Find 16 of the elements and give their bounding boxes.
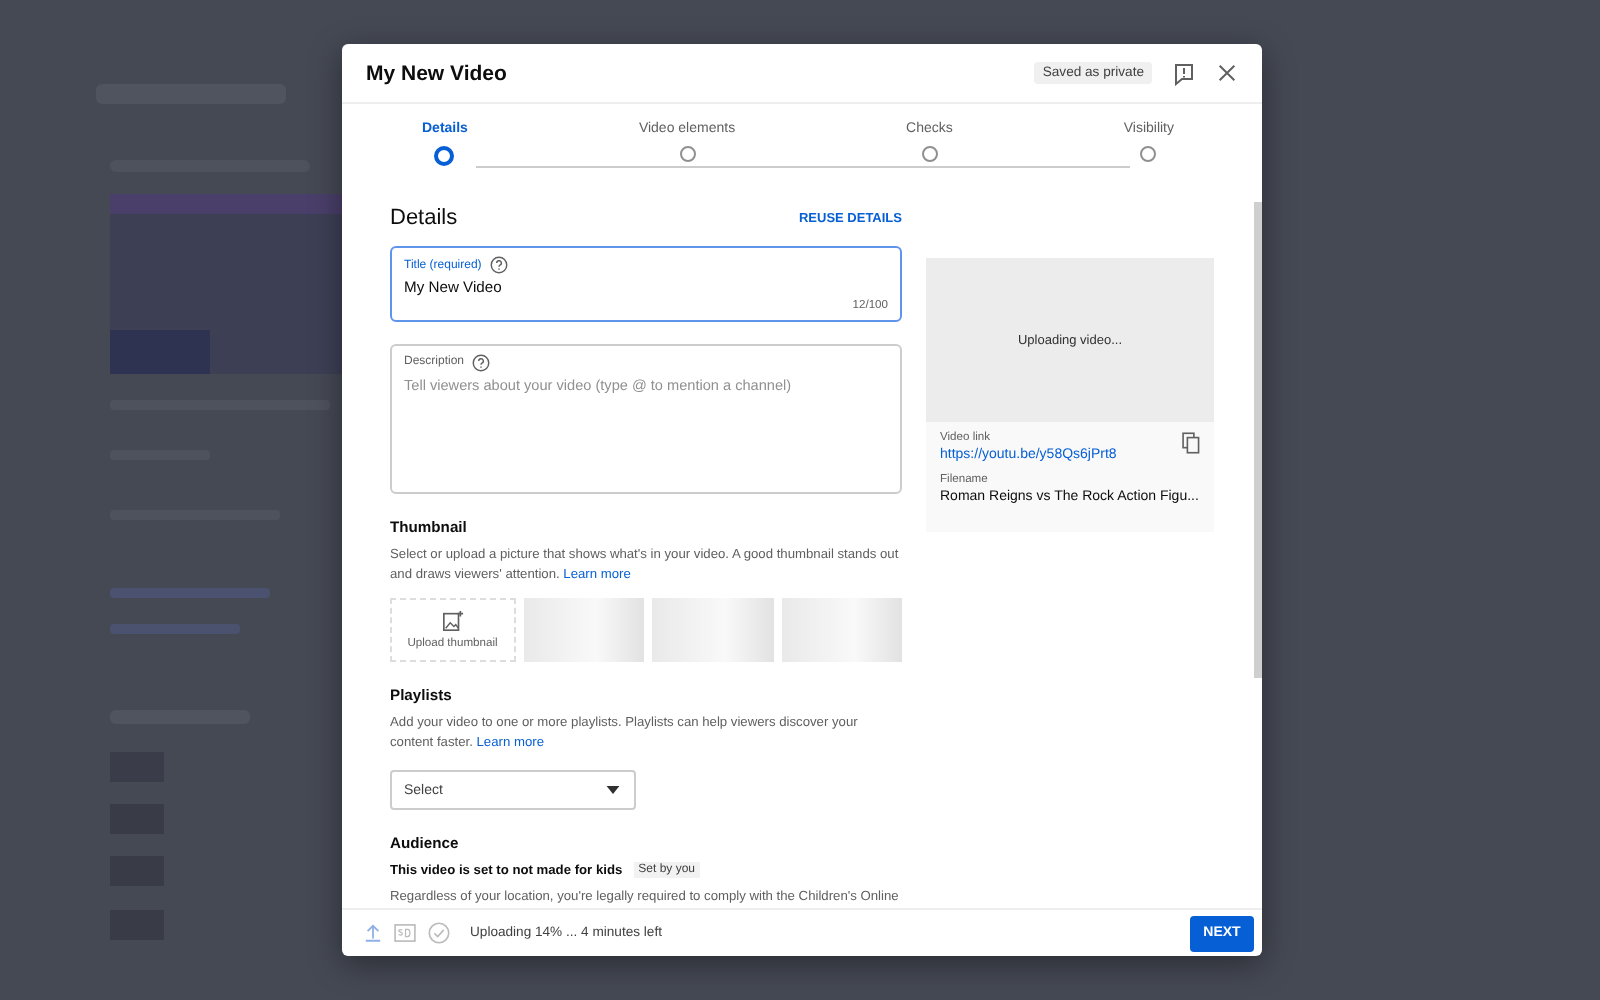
scrollbar-thumb[interactable] [1254,202,1262,678]
sd-quality-icon [394,924,416,942]
add-image-icon [441,610,464,633]
copy-icon[interactable] [1182,432,1200,454]
dropdown-caret-icon [606,786,620,795]
thumbnail-placeholder[interactable] [652,598,773,663]
thumbnail-placeholder[interactable] [781,598,902,663]
dialog-title: My New Video [366,61,509,85]
help-icon[interactable] [489,256,508,274]
close-icon[interactable] [1216,62,1238,84]
help-icon[interactable] [472,353,491,372]
section-heading: Details [390,206,458,230]
feedback-icon[interactable] [1172,61,1196,85]
upload-icon [364,924,382,942]
check-circle-icon [428,922,450,944]
thumbnail-placeholder[interactable] [523,598,644,663]
